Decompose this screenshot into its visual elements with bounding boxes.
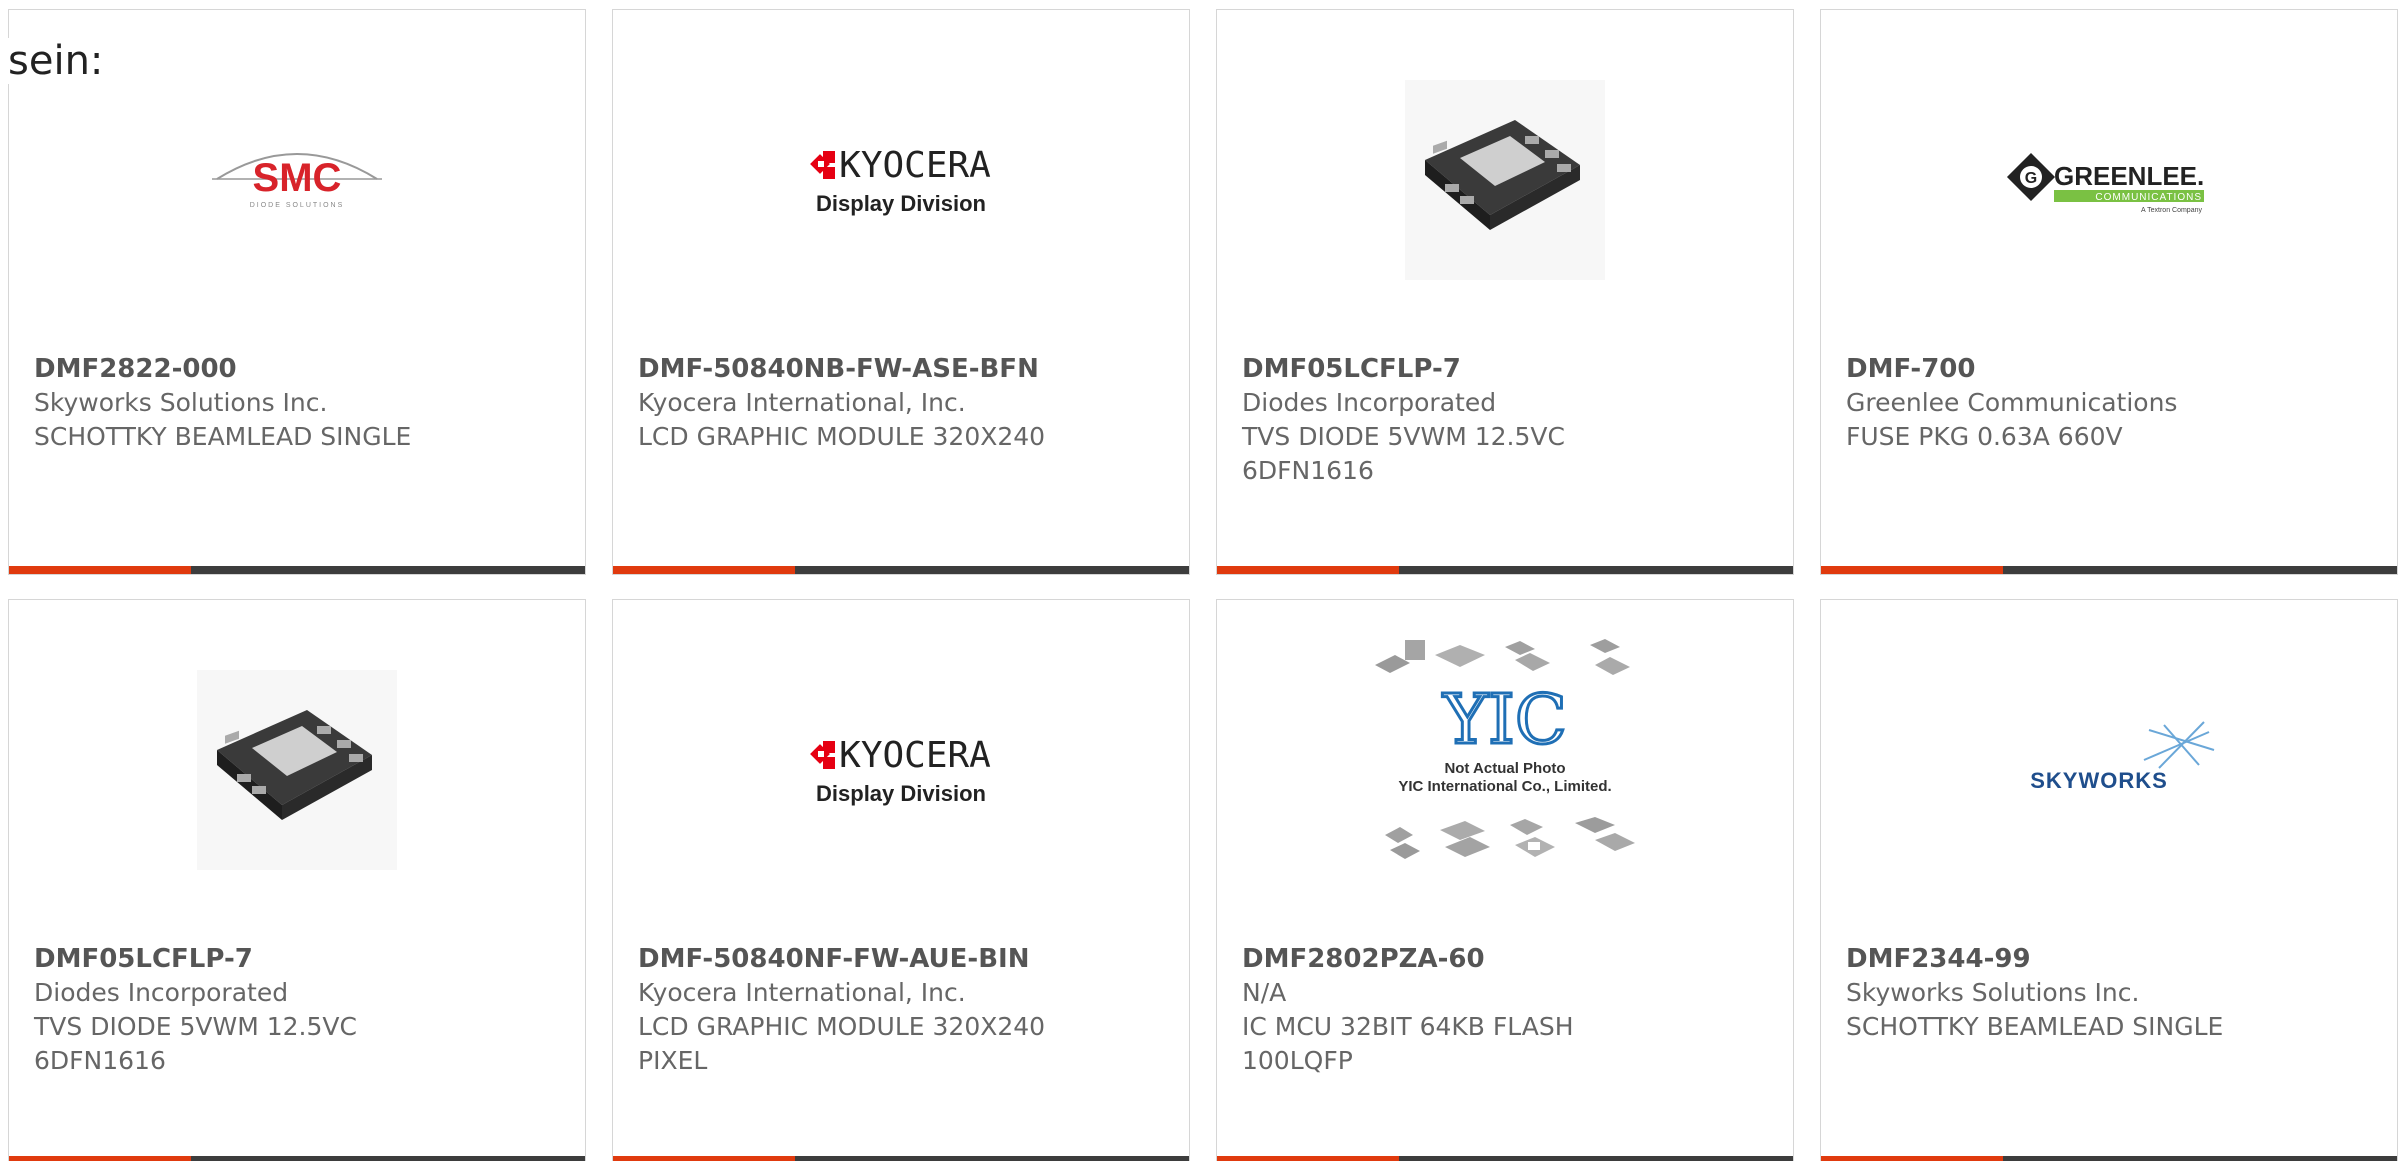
card-bottom-bar <box>1821 566 2397 574</box>
svg-text:G: G <box>2025 170 2037 187</box>
card-accent-bar <box>1821 566 2003 574</box>
product-info: DMF2802PZA-60 N/A IC MCU 32BIT 64KB FLAS… <box>1242 942 1773 1078</box>
card-accent-bar <box>613 1156 795 1161</box>
kyocera-logo-subtext: Display Division <box>816 781 986 806</box>
description-line: TVS DIODE 5VWM 12.5VC <box>34 1012 357 1041</box>
product-info: DMF2344-99 Skyworks Solutions Inc. SCHOT… <box>1846 942 2377 1044</box>
product-info: DMF05LCFLP-7 Diodes Incorporated TVS DIO… <box>34 942 565 1078</box>
product-card[interactable]: YIC Not Actual Photo YIC International C… <box>1216 599 1794 1161</box>
product-info: DMF-700 Greenlee Communications FUSE PKG… <box>1846 352 2377 454</box>
part-number-link[interactable]: DMF05LCFLP-7 <box>1242 352 1773 386</box>
card-accent-bar <box>613 566 795 574</box>
product-image[interactable]: G GREENLEE. COMMUNICATIONS A Textron Com… <box>1821 50 2397 310</box>
card-accent-bar <box>1217 566 1399 574</box>
part-number-link[interactable]: DMF2822-000 <box>34 352 565 386</box>
intro-text: sein: <box>8 38 104 84</box>
greenlee-logo-tagline: A Textron Company <box>2141 207 2202 214</box>
card-accent-bar <box>1821 1156 2003 1161</box>
card-bottom-bar <box>613 566 1189 574</box>
manufacturer: Skyworks Solutions Inc. <box>1846 978 2140 1007</box>
description-line: LCD GRAPHIC MODULE 320X240 <box>638 1012 1046 1041</box>
yic-company-text: YIC International Co., Limited. <box>1398 778 1611 795</box>
smc-logo-image: SMC DIODE SOLUTIONS <box>212 153 382 209</box>
product-card[interactable]: DMF05LCFLP-7 Diodes Incorporated TVS DIO… <box>1216 9 1794 575</box>
smc-logo-text: SMC <box>253 156 342 200</box>
manufacturer: Diodes Incorporated <box>1242 388 1497 417</box>
kyocera-mark-icon <box>810 741 835 769</box>
product-image[interactable] <box>9 640 585 900</box>
product-info: DMF-50840NF-FW-AUE-BIN Kyocera Internati… <box>638 942 1169 1078</box>
manufacturer: Kyocera International, Inc. <box>638 388 966 417</box>
card-bottom-bar <box>1217 1156 1793 1161</box>
card-bottom-bar <box>9 1156 585 1161</box>
description-line: SCHOTTKY BEAMLEAD SINGLE <box>34 422 412 451</box>
product-card[interactable]: KYOCERA Display Division DMF-50840NF-FW-… <box>612 599 1190 1161</box>
product-image[interactable]: KYOCERA Display Division <box>613 640 1189 900</box>
manufacturer: N/A <box>1242 978 1287 1007</box>
manufacturer: Kyocera International, Inc. <box>638 978 966 1007</box>
card-bottom-bar <box>613 1156 1189 1161</box>
description-line: PIXEL <box>638 1046 708 1075</box>
card-bottom-bar <box>9 566 585 574</box>
manufacturer: Skyworks Solutions Inc. <box>34 388 328 417</box>
kyocera-logo-image: KYOCERA Display Division <box>810 145 991 216</box>
product-card[interactable]: SKYWORKS DMF2344-99 Skyworks Solutions I… <box>1820 599 2398 1161</box>
card-accent-bar <box>9 566 191 574</box>
dfn-chip-image <box>1405 80 1605 280</box>
product-grid: SMC DIODE SOLUTIONS DMF2822-000 Skyworks… <box>0 0 2400 1161</box>
product-info: DMF05LCFLP-7 Diodes Incorporated TVS DIO… <box>1242 352 1773 488</box>
description-line: TVS DIODE 5VWM 12.5VC <box>1242 422 1565 451</box>
product-card[interactable]: SMC DIODE SOLUTIONS DMF2822-000 Skyworks… <box>8 9 586 575</box>
part-number-link[interactable]: DMF-700 <box>1846 352 2377 386</box>
manufacturer: Diodes Incorporated <box>34 978 289 1007</box>
product-image[interactable]: KYOCERA Display Division <box>613 50 1189 310</box>
skyworks-logo-image: SKYWORKS <box>2030 721 2215 793</box>
kyocera-mark-icon <box>810 151 835 179</box>
card-accent-bar <box>9 1156 191 1161</box>
greenlee-logo-text: GREENLEE. <box>2054 161 2204 191</box>
kyocera-logo-subtext: Display Division <box>816 191 986 216</box>
product-card[interactable]: DMF05LCFLP-7 Diodes Incorporated TVS DIO… <box>8 599 586 1161</box>
kyocera-logo-image: KYOCERA Display Division <box>810 735 991 806</box>
yic-placeholder-image: YIC Not Actual Photo YIC International C… <box>1375 639 1635 859</box>
description-line: 100LQFP <box>1242 1046 1353 1075</box>
greenlee-logo-image: G GREENLEE. COMMUNICATIONS A Textron Com… <box>2006 152 2204 214</box>
card-bottom-bar <box>1821 1156 2397 1161</box>
description-line: SCHOTTKY BEAMLEAD SINGLE <box>1846 1012 2224 1041</box>
product-card[interactable]: G GREENLEE. COMMUNICATIONS A Textron Com… <box>1820 9 2398 575</box>
product-info: DMF2822-000 Skyworks Solutions Inc. SCHO… <box>34 352 565 454</box>
description-line: IC MCU 32BIT 64KB FLASH <box>1242 1012 1574 1041</box>
part-number-link[interactable]: DMF05LCFLP-7 <box>34 942 565 976</box>
description-line: 6DFN1616 <box>1242 456 1374 485</box>
skyworks-star-icon <box>2143 721 2215 769</box>
description-line: LCD GRAPHIC MODULE 320X240 <box>638 422 1046 451</box>
kyocera-logo-text: KYOCERA <box>839 145 991 186</box>
greenlee-logo-subtext: COMMUNICATIONS <box>2095 192 2202 203</box>
product-image[interactable]: SKYWORKS <box>1821 640 2397 900</box>
part-number-link[interactable]: DMF-50840NB-FW-ASE-BFN <box>638 352 1169 386</box>
smc-logo-subtext: DIODE SOLUTIONS <box>250 202 345 209</box>
greenlee-g-icon: G <box>2006 152 2056 202</box>
part-number-link[interactable]: DMF2802PZA-60 <box>1242 942 1773 976</box>
description-line: FUSE PKG 0.63A 660V <box>1846 422 2123 451</box>
manufacturer: Greenlee Communications <box>1846 388 2178 417</box>
description-line: 6DFN1616 <box>34 1046 166 1075</box>
product-card[interactable]: KYOCERA Display Division DMF-50840NB-FW-… <box>612 9 1190 575</box>
product-info: DMF-50840NB-FW-ASE-BFN Kyocera Internati… <box>638 352 1169 454</box>
product-image[interactable] <box>1217 50 1793 310</box>
card-bottom-bar <box>1217 566 1793 574</box>
yic-logo-text: YIC <box>1442 681 1567 760</box>
kyocera-logo-text: KYOCERA <box>839 735 991 776</box>
product-image[interactable]: SMC DIODE SOLUTIONS <box>9 50 585 310</box>
part-number-link[interactable]: DMF-50840NF-FW-AUE-BIN <box>638 942 1169 976</box>
part-number-link[interactable]: DMF2344-99 <box>1846 942 2377 976</box>
skyworks-logo-text: SKYWORKS <box>2030 768 2168 793</box>
card-accent-bar <box>1217 1156 1399 1161</box>
dfn-chip-image <box>197 670 397 870</box>
product-image[interactable]: YIC Not Actual Photo YIC International C… <box>1217 620 1793 880</box>
yic-notice-text: Not Actual Photo <box>1444 760 1565 777</box>
